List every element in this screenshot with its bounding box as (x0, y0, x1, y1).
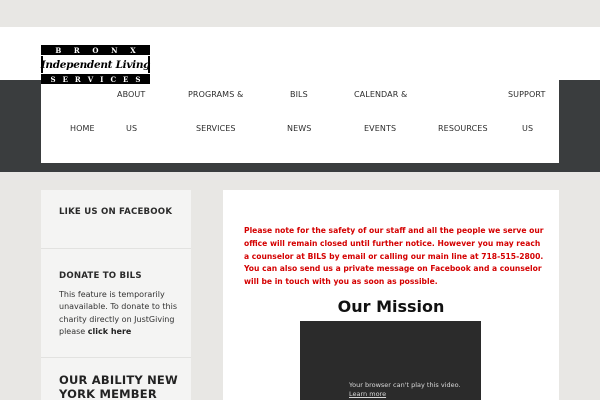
logo-letter: X (130, 45, 136, 55)
logo-letter: V (87, 74, 94, 84)
main-nav: HOME ABOUT US PROGRAMS & SERVICES BILS N… (41, 80, 559, 163)
nav-item-label: CALENDAR & (354, 90, 408, 99)
nav-item-label: PROGRAMS & (188, 90, 244, 99)
nav-item-label: US (522, 124, 534, 133)
logo-letter: S (50, 74, 56, 84)
logo-letter: O (92, 45, 99, 55)
logo-services: S E R V I C E S (41, 74, 150, 84)
logo-bronx: B R O N X (41, 45, 150, 55)
nav-item-label: EVENTS (364, 124, 397, 133)
logo-letter: R (74, 74, 81, 84)
video-error-message: Your browser can't play this video. (349, 381, 461, 389)
logo-letter: C (110, 74, 117, 84)
main-content: Please note for the safety of our staff … (223, 190, 559, 400)
widget-divider (41, 357, 191, 358)
logo-letter: E (123, 74, 129, 84)
logo-letter: I (100, 74, 104, 84)
nav-item-label: SERVICES (196, 124, 236, 133)
site-logo[interactable]: B R O N X Independent Living S E R V I C… (41, 45, 151, 85)
logo-letter: B (55, 45, 62, 55)
donate-click-here-link[interactable]: click here (88, 327, 132, 336)
widget-divider (41, 248, 191, 249)
video-learn-more-link[interactable]: Learn more (349, 390, 386, 398)
facebook-widget-title: LIKE US ON FACEBOOK (59, 207, 173, 217)
mission-heading: Our Mission (337, 297, 445, 316)
donate-widget-title: DONATE TO BILS (59, 271, 142, 281)
nav-item-label: SUPPORT (508, 90, 546, 99)
donate-widget-text: This feature is temporarily unavailable.… (59, 289, 179, 338)
member-widget-title: OUR ABILITY NEW YORK MEMBER (59, 373, 178, 400)
nav-item-label: US (126, 124, 138, 133)
logo-letter: E (62, 74, 68, 84)
logo-letter: S (135, 74, 141, 84)
nav-item-label: ABOUT (117, 90, 146, 99)
nav-item-label: HOME (70, 124, 95, 133)
nav-item-label: RESOURCES (438, 124, 488, 133)
video-player[interactable]: Your browser can't play this video. Lear… (300, 321, 481, 400)
closure-notice: Please note for the safety of our staff … (244, 226, 544, 287)
logo-letter: N (111, 45, 118, 55)
top-bar (0, 0, 600, 27)
nav-item-label: NEWS (287, 124, 312, 133)
logo-letter: R (73, 45, 80, 55)
nav-item-label: BILS (290, 90, 308, 99)
logo-independent-living: Independent Living (41, 56, 151, 73)
sidebar: LIKE US ON FACEBOOK DONATE TO BILS This … (41, 190, 191, 400)
